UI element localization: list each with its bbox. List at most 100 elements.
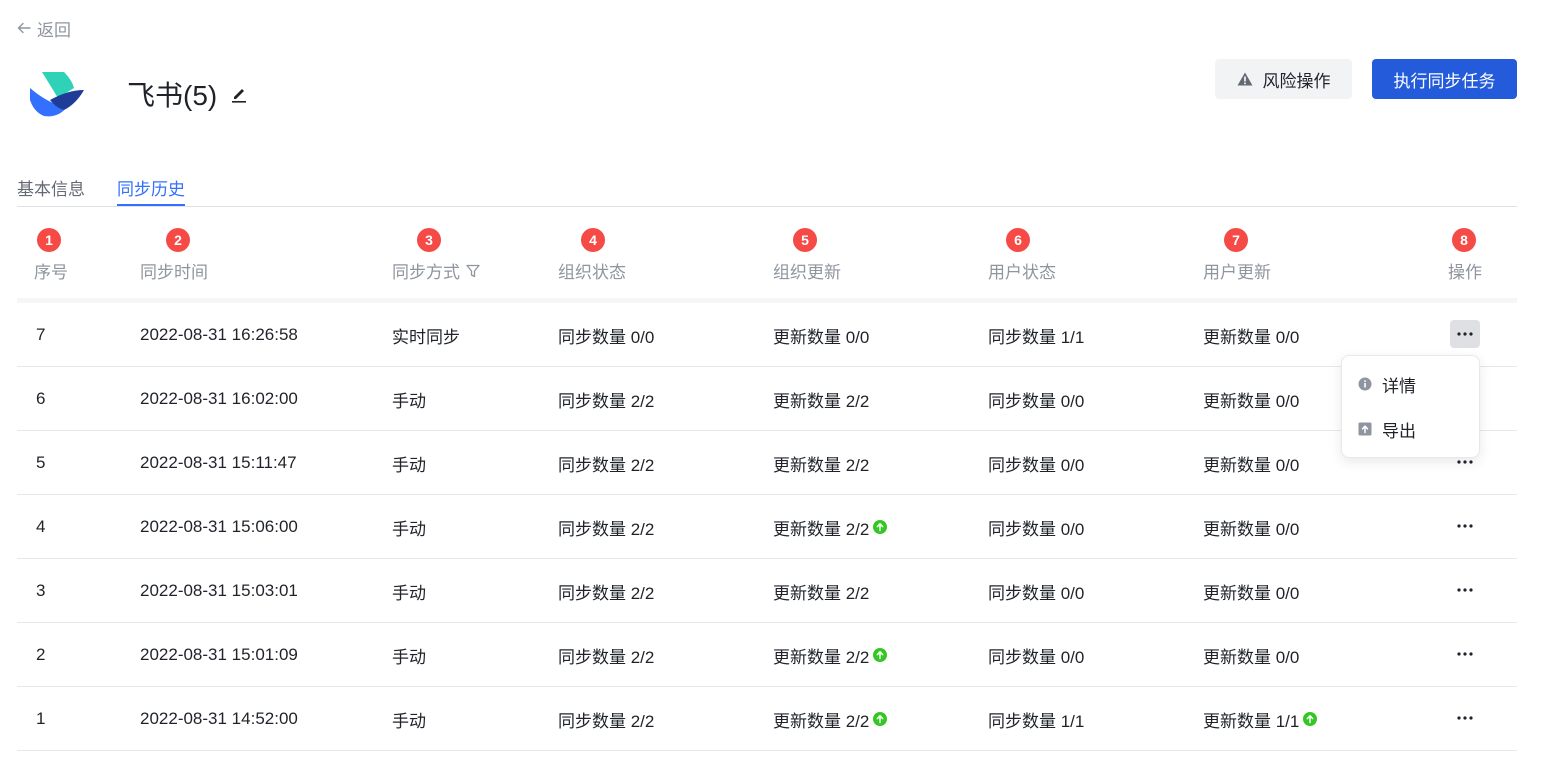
page-title-group: 飞书(5) [127,74,247,114]
cell-org-update: 更新数量 2/2 [773,623,888,687]
cell-org-status: 同步数量 2/2 [558,583,655,603]
column-header-label: 同步方式 [392,263,460,282]
column-badge: 1 [37,228,61,252]
cell-user-update: 更新数量 0/0 [1203,431,1299,495]
cell-user-update: 更新数量 0/0 [1203,303,1299,367]
arrow-left-icon [17,22,31,34]
table-row: 2 2022-08-31 15:01:09 手动 同步数量 2/2 更新数量 2… [17,623,1517,687]
cell-text: 更新数量 0/0 [1203,327,1300,347]
more-icon [1457,524,1473,528]
column-badge: 5 [793,228,817,252]
sync-history-page: 返回 飞书(5) 风险操作 执行同步任务 基本信息 同步历史 1 序号 2 同步… [0,0,1541,757]
column-header-label: 同步时间 [140,263,208,282]
column-badge: 4 [581,228,605,252]
filter-icon[interactable] [466,264,480,278]
cell-org-status: 同步数量 2/2 [558,519,655,539]
cell-time: 2022-08-31 15:06:00 [140,517,298,536]
cell-mode: 手动 [392,519,426,539]
column-header-label: 用户状态 [988,263,1056,282]
table-row: 3 2022-08-31 15:03:01 手动 同步数量 2/2 更新数量 2… [17,559,1517,623]
cell-org-update: 更新数量 2/2 [773,431,869,495]
page-title: 飞书(5) [127,80,218,111]
tab-sync-history[interactable]: 同步历史 [117,175,185,206]
feishu-logo-icon [30,72,84,117]
column-header-index: 序号 [34,258,68,283]
increase-arrow-icon [873,520,888,534]
cell-org-status: 同步数量 2/2 [558,391,655,411]
cell-time: 2022-08-31 15:11:47 [140,453,297,472]
column-header-user-status: 用户状态 [988,258,1056,283]
cell-time: 2022-08-31 15:01:09 [140,645,298,664]
more-actions-button[interactable] [1450,640,1480,668]
cell-index: 7 [36,325,46,344]
tab-basic-info[interactable]: 基本信息 [17,175,85,206]
more-actions-button[interactable] [1450,512,1480,540]
run-sync-button[interactable]: 执行同步任务 [1372,59,1517,99]
tab-bar: 基本信息 同步历史 [17,172,1517,207]
table-row: 5 2022-08-31 15:11:47 手动 同步数量 2/2 更新数量 2… [17,431,1517,495]
column-header-actions: 操作 [1448,258,1482,283]
cell-text: 更新数量 2/2 [773,711,870,731]
menu-item-export[interactable]: 导出 [1358,414,1416,444]
cell-index: 4 [36,517,46,536]
cell-text: 更新数量 1/1 [1203,711,1300,731]
column-header-user-update: 用户更新 [1203,258,1271,283]
export-icon [1358,422,1372,436]
column-badge: 2 [166,228,190,252]
cell-index: 6 [36,389,46,408]
column-header-org-update: 组织更新 [773,258,841,283]
cell-text: 更新数量 0/0 [773,327,870,347]
cell-text: 更新数量 0/0 [1203,391,1300,411]
menu-item-details[interactable]: 详情 [1358,369,1416,399]
more-icon [1457,460,1473,464]
cell-time: 2022-08-31 16:26:58 [140,325,298,344]
cell-text: 更新数量 0/0 [1203,647,1300,667]
column-badge: 6 [1006,228,1030,252]
column-badge: 7 [1224,228,1248,252]
cell-index: 5 [36,453,46,472]
more-actions-button[interactable] [1450,320,1480,348]
edit-icon[interactable] [231,85,247,103]
cell-text: 更新数量 2/2 [773,583,870,603]
row-actions-menu: 详情 导出 [1341,355,1480,458]
cell-user-status: 同步数量 0/0 [988,583,1085,603]
cell-org-update: 更新数量 2/2 [773,687,888,751]
cell-user-status: 同步数量 1/1 [988,711,1085,731]
cell-user-update: 更新数量 0/0 [1203,367,1299,431]
cell-org-status: 同步数量 2/2 [558,711,655,731]
cell-org-update: 更新数量 2/2 [773,495,888,559]
increase-arrow-icon [873,712,888,726]
column-header-label: 组织更新 [773,263,841,282]
column-header-label: 组织状态 [558,263,626,282]
cell-text: 更新数量 2/2 [773,455,870,475]
more-actions-button[interactable] [1450,576,1480,604]
cell-user-status: 同步数量 0/0 [988,647,1085,667]
cell-org-update: 更新数量 2/2 [773,559,869,623]
back-link[interactable]: 返回 [17,17,71,40]
cell-index: 2 [36,645,46,664]
cell-user-update: 更新数量 0/0 [1203,495,1299,559]
table-row: 4 2022-08-31 15:06:00 手动 同步数量 2/2 更新数量 2… [17,495,1517,559]
risk-operation-button[interactable]: 风险操作 [1215,59,1352,99]
increase-arrow-icon [1303,712,1318,726]
table-header: 1 序号 2 同步时间 3 同步方式 4 组织状态 5 组织更新 6 用户状态 … [17,208,1517,300]
cell-text: 更新数量 2/2 [773,519,870,539]
table-row: 1 2022-08-31 14:52:00 手动 同步数量 2/2 更新数量 2… [17,687,1517,751]
cell-user-status: 同步数量 0/0 [988,455,1085,475]
cell-user-status: 同步数量 1/1 [988,327,1085,347]
cell-mode: 实时同步 [392,327,460,347]
cell-mode: 手动 [392,647,426,667]
cell-user-status: 同步数量 0/0 [988,519,1085,539]
cell-user-status: 同步数量 0/0 [988,391,1085,411]
table-row: 7 2022-08-31 16:26:58 实时同步 同步数量 0/0 更新数量… [17,303,1517,367]
cell-mode: 手动 [392,583,426,603]
cell-time: 2022-08-31 15:03:01 [140,581,298,600]
cell-text: 更新数量 2/2 [773,647,870,667]
cell-user-update: 更新数量 1/1 [1203,687,1318,751]
cell-mode: 手动 [392,391,426,411]
cell-org-status: 同步数量 2/2 [558,647,655,667]
column-header-mode: 同步方式 [392,258,480,283]
more-actions-button[interactable] [1450,704,1480,732]
risk-operation-label: 风险操作 [1262,71,1331,91]
table-body: 7 2022-08-31 16:26:58 实时同步 同步数量 0/0 更新数量… [17,303,1517,751]
